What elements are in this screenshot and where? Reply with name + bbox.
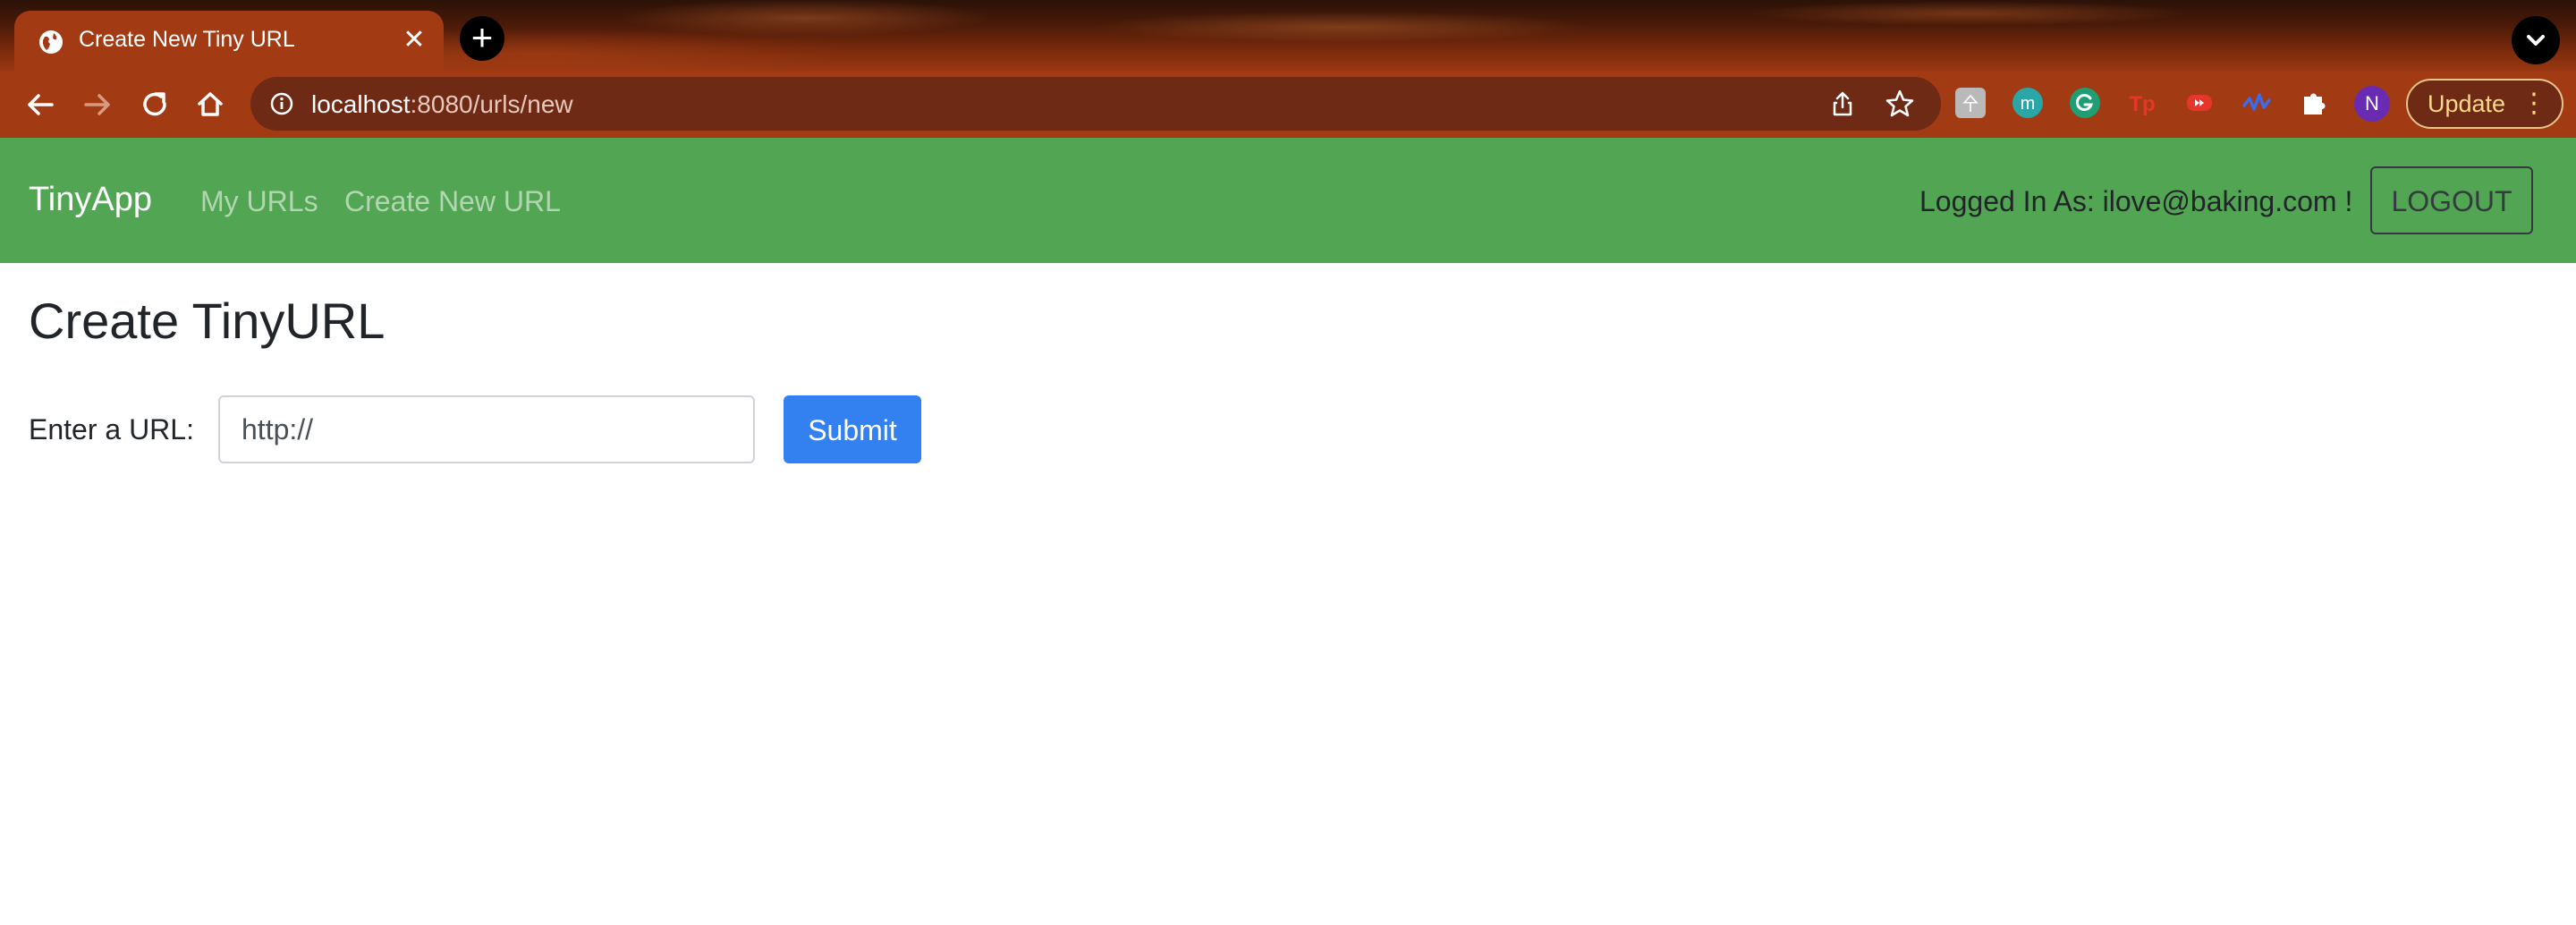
tab-search-button[interactable] (2512, 16, 2560, 64)
submit-button[interactable]: Submit (784, 395, 921, 463)
app-navbar: TinyApp My URLs Create New URL Logged In… (0, 138, 2576, 263)
tp-glyph-icon: Tp (2129, 92, 2155, 116)
url-input[interactable] (218, 395, 755, 463)
reload-icon[interactable] (136, 86, 174, 123)
url-host: localhost (311, 90, 411, 118)
m-extension-icon[interactable]: m (2012, 88, 2043, 118)
brand-link[interactable]: TinyApp (29, 181, 152, 219)
update-label: Update (2428, 90, 2506, 117)
url-text: localhost:8080/urls/new (311, 90, 573, 119)
wave-glyph-icon (2242, 93, 2271, 111)
m-glyph-icon: m (2021, 94, 2036, 114)
globe-icon (39, 30, 63, 54)
url-label: Enter a URL: (29, 413, 194, 446)
puzzle-glyph-icon (2304, 93, 2326, 115)
back-arrow-icon[interactable] (21, 86, 59, 123)
nav-link-create-new-url[interactable]: Create New URL (344, 185, 561, 218)
puzzle-icon[interactable] (2299, 88, 2329, 118)
share-icon[interactable] (1828, 89, 1857, 118)
tab-title: Create New Tiny URL (79, 27, 295, 52)
profile-avatar[interactable]: N (2354, 86, 2390, 122)
wave-extension-icon[interactable] (2241, 88, 2272, 118)
page-title: Create TinyURL (29, 293, 386, 349)
logged-in-status: Logged In As: ilove@baking.com ! (1919, 185, 2353, 217)
svg-text:Tp: Tp (2129, 92, 2155, 116)
grammarly-icon[interactable] (2070, 88, 2100, 118)
browser-tab-bar: Create New Tiny URL ✕ + (0, 0, 2576, 72)
address-bar[interactable]: localhost:8080/urls/new (250, 77, 1941, 131)
new-tab-button[interactable]: + (460, 16, 504, 61)
video-glyph-icon (2187, 95, 2212, 111)
extension-glyph-icon: 㐃 (1962, 93, 1979, 115)
svg-text:m: m (2021, 94, 2036, 114)
extension-icon[interactable]: 㐃 (1955, 88, 1986, 118)
bookmark-star-icon[interactable] (1884, 88, 1916, 120)
svg-text:㐃: 㐃 (1962, 93, 1979, 115)
browser-tab[interactable]: Create New Tiny URL ✕ (14, 11, 444, 72)
chevron-down-icon (2527, 35, 2545, 46)
close-icon[interactable]: ✕ (401, 27, 428, 54)
more-vert-icon[interactable]: ⋮ (2521, 81, 2547, 127)
video-extension-icon[interactable] (2184, 88, 2215, 118)
logout-button[interactable]: LOGOUT (2370, 166, 2533, 234)
home-icon[interactable] (191, 86, 229, 123)
update-button[interactable]: Update ⋮ (2406, 79, 2563, 129)
url-path: :8080/urls/new (410, 90, 573, 118)
tp-extension-icon[interactable]: Tp (2127, 88, 2157, 118)
nav-link-my-urls[interactable]: My URLs (200, 185, 318, 218)
info-icon[interactable] (268, 90, 295, 117)
forward-arrow-icon[interactable] (79, 86, 116, 123)
grammarly-glyph-icon (2075, 94, 2094, 111)
